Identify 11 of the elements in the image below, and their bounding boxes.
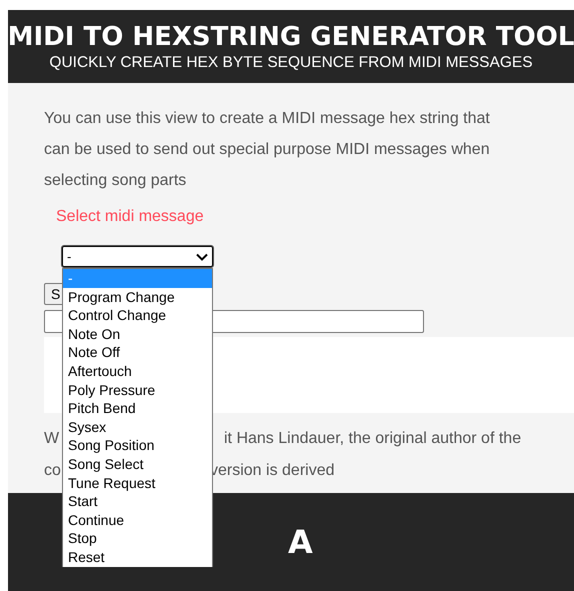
credits-text: co [44, 462, 61, 480]
chevron-down-icon [196, 252, 208, 260]
page-subtitle: QUICKLY CREATE HEX BYTE SEQUENCE FROM MIDI MESSAGES [49, 54, 533, 72]
intro-text: You can use this view to create a MIDI message hex string that can be used to send out special purpose MIDI messages when selecting song parts [44, 109, 490, 191]
select-label: Select midi message [56, 208, 204, 226]
midi-message-dropdown[interactable]: - [62, 246, 213, 267]
credits-text: it Hans Lindauer, the original author of the [224, 430, 522, 448]
credits-text: W [44, 430, 60, 448]
dropdown-option[interactable]: Program Change [63, 288, 212, 306]
footer-logo: A [288, 523, 313, 561]
page-title: MIDI TO HEXSTRING GENERATOR TOOL [8, 22, 574, 52]
